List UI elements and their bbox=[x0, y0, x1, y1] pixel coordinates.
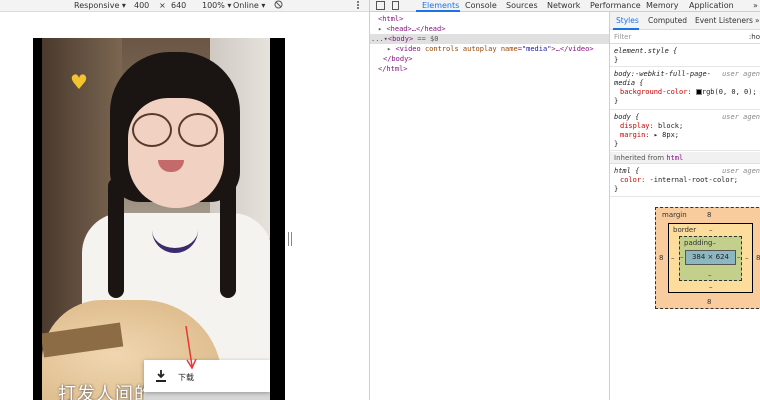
tab-sources[interactable]: Sources bbox=[506, 0, 538, 11]
rule-body: body { user agen display: block; margin:… bbox=[610, 111, 760, 151]
border-left-value[interactable]: – bbox=[671, 254, 675, 263]
devtools-device-mode-screen: Responsive ▾ 400 × 640 100% ▾ Online ▾ ♥… bbox=[0, 0, 760, 400]
red-pointer-arrow bbox=[185, 326, 197, 370]
styles-more-button[interactable]: » bbox=[755, 12, 760, 30]
rule-selector: body:-webkit-full-page- bbox=[614, 70, 711, 78]
margin-bottom-value[interactable]: 8 bbox=[707, 298, 711, 307]
dom-node-html-close[interactable]: </html> bbox=[370, 64, 609, 74]
kebab-icon[interactable] bbox=[356, 0, 360, 11]
inherited-tag-link[interactable]: html bbox=[666, 154, 683, 162]
margin-right-value[interactable]: 8 bbox=[756, 254, 760, 263]
video-figure-glasses-right bbox=[178, 113, 218, 147]
devtools-panel: Elements Console Sources Network Perform… bbox=[369, 0, 760, 400]
padding-right-value[interactable]: – bbox=[737, 253, 741, 262]
padding-label: padding– bbox=[684, 239, 716, 247]
dom-node-body-close[interactable]: </body> bbox=[370, 54, 609, 64]
box-model-content[interactable]: 384 × 624 bbox=[685, 250, 736, 265]
height-input[interactable]: 640 bbox=[171, 0, 186, 11]
dom-node-head[interactable]: ▸ <head>…</head> bbox=[370, 24, 609, 34]
hov-toggle[interactable]: :ho bbox=[749, 30, 760, 44]
box-model-border[interactable]: border – – – – padding– – – – 384 × 624 bbox=[668, 223, 753, 293]
device-emulation-area: Responsive ▾ 400 × 640 100% ▾ Online ▾ ♥… bbox=[0, 0, 369, 400]
inherited-from-header: Inherited from html bbox=[610, 152, 760, 164]
rule-selector: html { bbox=[614, 167, 640, 175]
styles-sub-tab-bar: Styles Computed Event Listeners » bbox=[610, 12, 760, 30]
rule-body-full-page-media: body:-webkit-full-page- user agen media … bbox=[610, 68, 760, 110]
dom-node-video[interactable]: ▸ <video controls autoplay name="media">… bbox=[370, 44, 609, 54]
prop-margin: margin: ▸ 8px; bbox=[620, 131, 680, 139]
tab-memory[interactable]: Memory bbox=[646, 0, 679, 11]
rule-source: user agen bbox=[722, 70, 760, 78]
device-toggle-icon[interactable] bbox=[392, 1, 399, 10]
styles-sidebar: Styles Computed Event Listeners » Filter… bbox=[609, 12, 760, 400]
rule-selector: body { bbox=[614, 113, 640, 121]
box-model-margin[interactable]: margin 8 8 8 8 border – – – – padding– –… bbox=[655, 207, 760, 309]
rule-close-brace: } bbox=[614, 56, 619, 64]
rule-close-brace: } bbox=[614, 97, 619, 105]
video-subtitle: 打发人间的 bbox=[58, 384, 153, 400]
element-style-selector[interactable]: element.style { bbox=[614, 47, 677, 56]
tab-application[interactable]: Application bbox=[689, 0, 734, 11]
tab-console[interactable]: Console bbox=[465, 0, 497, 11]
rule-selector-cont: media { bbox=[614, 79, 644, 87]
prop-display: display: block; bbox=[620, 122, 684, 130]
zoom-select[interactable]: 100% ▾ bbox=[202, 0, 231, 11]
rule-html: html { user agen color: -internal-root-c… bbox=[610, 165, 760, 197]
viewport-resize-handle[interactable] bbox=[288, 232, 292, 246]
padding-bottom-value[interactable]: – bbox=[708, 271, 712, 280]
elements-dom-tree: <html> ▸ <head>…</head> ...▾<body> == $0… bbox=[370, 12, 609, 400]
border-bottom-value[interactable]: – bbox=[709, 283, 713, 292]
inspect-icon[interactable] bbox=[376, 1, 385, 10]
download-icon[interactable] bbox=[156, 370, 166, 382]
rule-source: user agen bbox=[722, 167, 760, 175]
tab-event-listeners[interactable]: Event Listeners bbox=[695, 12, 753, 30]
network-select[interactable]: Online ▾ bbox=[233, 0, 265, 11]
video-figure-braid-left bbox=[108, 178, 124, 298]
prop-background-color: background-color: rgb(0, 0, 0); bbox=[620, 88, 757, 96]
menu-shadow-strip bbox=[144, 392, 270, 400]
tab-network[interactable]: Network bbox=[547, 0, 580, 11]
video-figure-glasses-left bbox=[132, 113, 172, 147]
inherited-label: Inherited from bbox=[614, 154, 665, 162]
border-label: border bbox=[673, 226, 697, 234]
dimension-times: × bbox=[159, 1, 166, 10]
border-right-value[interactable]: – bbox=[745, 254, 749, 263]
margin-left-value[interactable]: 8 bbox=[659, 254, 663, 263]
styles-filter[interactable]: Filter :ho bbox=[610, 30, 760, 44]
device-toolbar: Responsive ▾ 400 × 640 100% ▾ Online ▾ bbox=[0, 0, 369, 12]
tab-computed[interactable]: Computed bbox=[648, 12, 687, 30]
padding-left-value[interactable]: – bbox=[680, 253, 684, 262]
box-model-padding[interactable]: padding– – – – 384 × 624 bbox=[679, 236, 742, 281]
filter-input[interactable]: Filter bbox=[614, 30, 631, 44]
no-throttle-icon[interactable] bbox=[274, 0, 283, 12]
devtools-tab-bar: Elements Console Sources Network Perform… bbox=[370, 0, 760, 12]
device-select[interactable]: Responsive ▾ bbox=[74, 0, 126, 11]
rule-close-brace: } bbox=[614, 185, 619, 193]
rule-source: user agen bbox=[722, 113, 760, 121]
dom-node-body[interactable]: ...▾<body> == $0 bbox=[370, 34, 609, 44]
rule-close-brace: } bbox=[614, 140, 619, 148]
margin-top-value[interactable]: 8 bbox=[707, 211, 711, 220]
more-tabs-button[interactable]: » bbox=[753, 0, 758, 11]
width-input[interactable]: 400 bbox=[134, 0, 149, 11]
border-top-value[interactable]: – bbox=[709, 226, 713, 235]
dom-node-html[interactable]: <html> bbox=[370, 14, 609, 24]
download-menu-item[interactable]: 下载 bbox=[178, 372, 194, 383]
prop-color: color: -internal-root-color; bbox=[620, 176, 739, 184]
margin-label: margin bbox=[662, 211, 687, 219]
rule-element-style: element.style { } bbox=[610, 45, 760, 67]
tab-performance[interactable]: Performance bbox=[590, 0, 641, 11]
video-figure-braid-right bbox=[220, 178, 236, 298]
heart-icon: ♥ bbox=[70, 70, 88, 94]
